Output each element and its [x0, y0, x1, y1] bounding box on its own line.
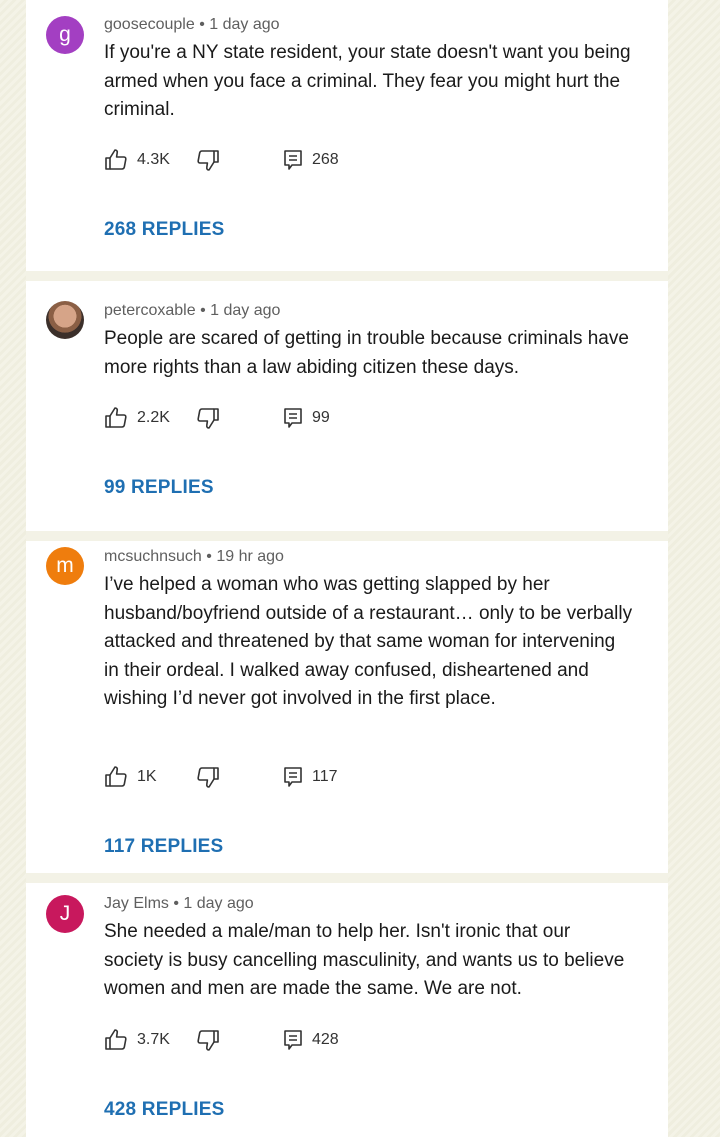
- avatar[interactable]: m: [46, 547, 84, 585]
- view-replies-link[interactable]: 268 REPLIES: [104, 219, 224, 241]
- view-replies-link[interactable]: 428 REPLIES: [104, 1099, 224, 1121]
- comment-time: 1 day ago: [210, 302, 281, 319]
- left-margin: [0, 0, 26, 1137]
- dislike-button[interactable]: [196, 764, 220, 790]
- thumbs-down-icon: [197, 1030, 219, 1051]
- comment-actions: 3.7K 428: [104, 1027, 404, 1053]
- like-count: 1K: [137, 768, 157, 785]
- reply-button[interactable]: 99: [283, 405, 330, 431]
- avatar-letter: J: [59, 902, 71, 925]
- view-replies-link[interactable]: 117 REPLIES: [104, 836, 223, 858]
- thumbs-up-icon: [105, 1029, 127, 1050]
- avatar-letter: m: [56, 554, 74, 577]
- like-button[interactable]: 4.3K: [104, 147, 170, 173]
- like-count: 4.3K: [137, 151, 170, 168]
- reply-button[interactable]: 117: [283, 764, 338, 790]
- comment-card: g goosecouple • 1 day ago If you're a NY…: [26, 0, 668, 271]
- thumbs-down-icon: [197, 150, 219, 171]
- dislike-button[interactable]: [196, 1027, 220, 1053]
- comment-text: People are scared of getting in trouble …: [104, 328, 629, 378]
- avatar-letter: g: [59, 23, 71, 46]
- comment-icon: [284, 767, 302, 787]
- author-name[interactable]: goosecouple: [104, 16, 195, 33]
- reply-count: 428: [312, 1031, 339, 1048]
- author-name[interactable]: mcsuchnsuch: [104, 548, 202, 565]
- meta-separator: •: [201, 548, 217, 565]
- reply-count: 117: [312, 768, 338, 785]
- reply-count: 268: [312, 151, 339, 168]
- comment-text: If you're a NY state resident, your stat…: [104, 42, 631, 120]
- thumbs-down-icon: [197, 767, 219, 788]
- avatar[interactable]: J: [46, 895, 84, 933]
- avatar[interactable]: g: [46, 16, 84, 54]
- view-replies-link[interactable]: 99 REPLIES: [104, 477, 214, 499]
- meta-separator: •: [195, 302, 211, 319]
- comment-actions: 2.2K 99: [104, 405, 404, 431]
- thumbs-down-icon: [197, 408, 219, 429]
- comment-card: m mcsuchnsuch • 19 hr ago I’ve helped a …: [26, 541, 668, 873]
- comment-card: J Jay Elms • 1 day ago She needed a male…: [26, 883, 668, 1137]
- comment-icon: [284, 150, 302, 170]
- comment-meta: petercoxable • 1 day ago: [104, 302, 280, 320]
- comment-meta: goosecouple • 1 day ago: [104, 16, 280, 34]
- author-name[interactable]: petercoxable: [104, 302, 196, 319]
- meta-separator: •: [194, 16, 210, 33]
- comment-actions: 1K 117: [104, 764, 404, 790]
- right-margin: [668, 0, 720, 1137]
- comment-text: She needed a male/man to help her. Isn't…: [104, 921, 625, 999]
- thumbs-up-icon: [105, 407, 127, 428]
- comment-meta: Jay Elms • 1 day ago: [104, 895, 254, 913]
- comment-time: 1 day ago: [183, 895, 254, 912]
- comment-actions: 4.3K 268: [104, 147, 404, 173]
- like-count: 2.2K: [137, 409, 170, 426]
- meta-separator: •: [168, 895, 184, 912]
- comment-icon: [284, 1030, 302, 1050]
- like-button[interactable]: 2.2K: [104, 405, 170, 431]
- reply-button[interactable]: 428: [283, 1027, 339, 1053]
- like-button[interactable]: 1K: [104, 764, 157, 790]
- author-name[interactable]: Jay Elms: [104, 895, 169, 912]
- like-button[interactable]: 3.7K: [104, 1027, 170, 1053]
- comment-time: 1 day ago: [209, 16, 280, 33]
- comment-icon: [284, 408, 302, 428]
- thumbs-up-icon: [105, 766, 127, 787]
- thumbs-up-icon: [105, 149, 127, 170]
- dislike-button[interactable]: [196, 405, 220, 431]
- comment-time: 19 hr ago: [216, 548, 284, 565]
- reply-count: 99: [312, 409, 330, 426]
- avatar[interactable]: [46, 301, 84, 339]
- comment-text: I’ve helped a woman who was getting slap…: [104, 574, 633, 709]
- comment-card: petercoxable • 1 day ago People are scar…: [26, 281, 668, 531]
- comment-meta: mcsuchnsuch • 19 hr ago: [104, 548, 284, 566]
- dislike-button[interactable]: [196, 147, 220, 173]
- reply-button[interactable]: 268: [283, 147, 339, 173]
- like-count: 3.7K: [137, 1031, 170, 1048]
